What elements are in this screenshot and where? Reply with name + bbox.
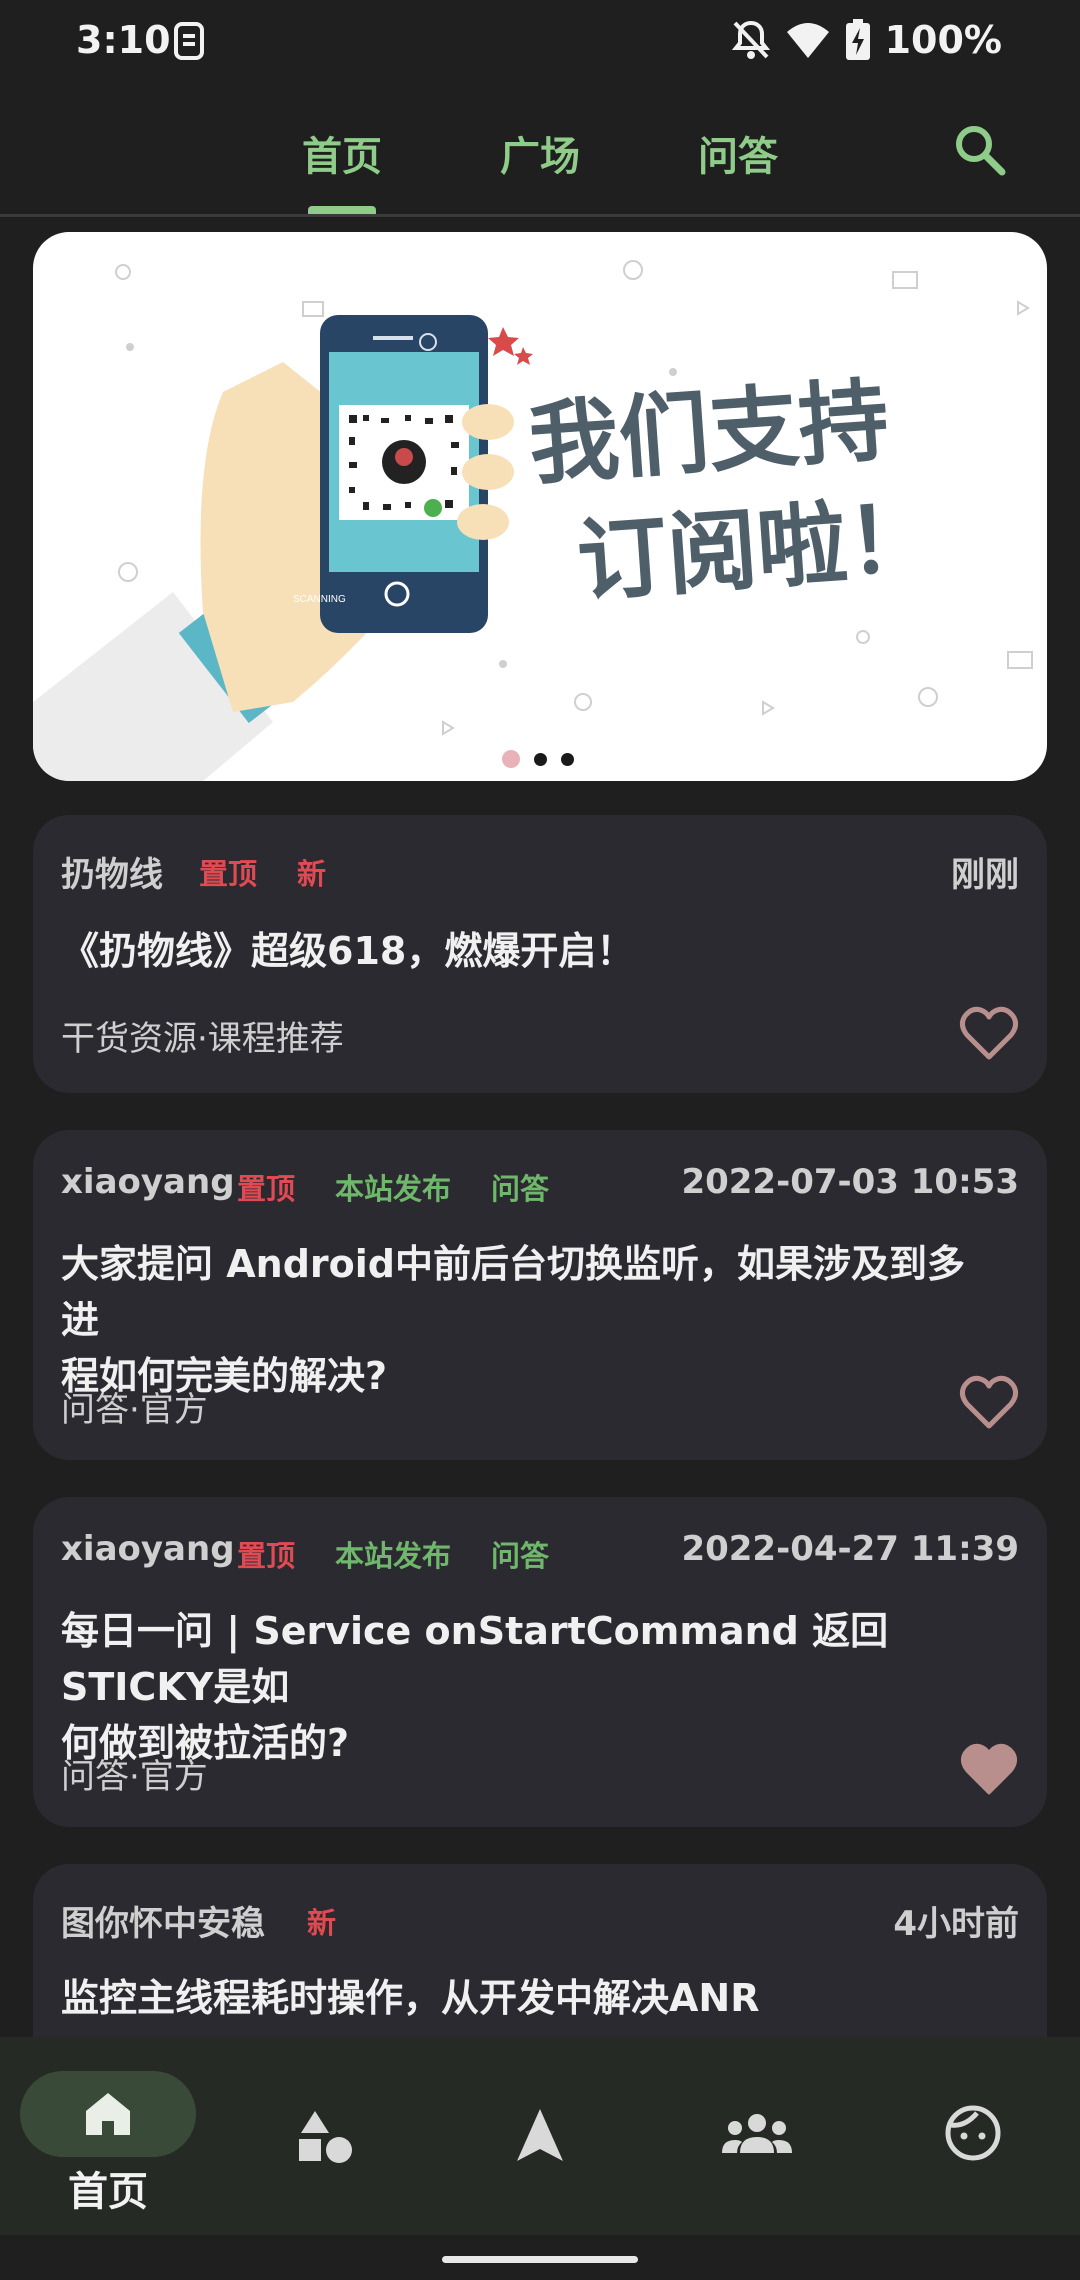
banner-headline-line2: 订阅啦！ <box>574 485 940 615</box>
tag-new: 新 <box>307 1906 337 1940</box>
status-bar: 3:10 100% <box>0 0 1080 84</box>
promo-banner[interactable]: SCANNING 我们支持 订阅啦！ <box>33 232 1047 781</box>
status-time: 3:10 <box>76 18 171 62</box>
article-author[interactable]: xiaoyang <box>61 1529 235 1569</box>
pager-dot-active <box>502 750 520 768</box>
banner-illustration: SCANNING 我们支持 订阅啦！ <box>33 260 1033 781</box>
pager-dot <box>534 752 547 766</box>
tag-site-post: 本站发布 <box>335 1172 452 1206</box>
article-author[interactable]: 扔物线 <box>61 847 163 896</box>
pager-dot <box>561 752 574 766</box>
gesture-nav-bar[interactable] <box>442 2256 638 2263</box>
status-icons: 100% <box>731 18 1002 62</box>
search-icon[interactable] <box>950 120 1010 180</box>
article-card[interactable]: xiaoyang 置顶 本站发布 问答 2022-04-27 11:39 每日一… <box>33 1497 1047 1827</box>
article-title-line: 监控主线程耗时操作，从开发中解决ANR <box>61 1976 760 2020</box>
tag-site-post: 本站发布 <box>335 1539 452 1573</box>
tab-square[interactable]: 广场 <box>500 124 580 182</box>
nav-home-label: 首页 <box>68 2169 148 2215</box>
tab-indicator <box>308 206 376 214</box>
article-title[interactable]: 大家提问 Android中前后台切换监听，如果涉及到多进 程如何完美的解决? <box>61 1236 997 1404</box>
article-category[interactable]: 问答·官方 <box>61 1382 208 1431</box>
tag-pinned: 置顶 <box>199 857 258 891</box>
heart-filled-icon[interactable] <box>959 1741 1019 1797</box>
article-title[interactable]: 每日一问 | Service onStartCommand 返回STICKY是如… <box>61 1603 997 1771</box>
article-card[interactable]: xiaoyang 置顶 本站发布 问答 2022-07-03 10:53 大家提… <box>33 1130 1047 1460</box>
article-time: 4小时前 <box>893 1904 1019 1944</box>
app-screen: 3:10 100% 首页 广场 问答 SCANNING 我们支持 订阅啦！ 扔物… <box>0 0 1080 2280</box>
article-time: 刚刚 <box>951 855 1019 895</box>
article-card[interactable]: 扔物线 置顶 新 刚刚 《扔物线》超级618，燃爆开启！ 干货资源·课程推荐 <box>33 815 1047 1093</box>
article-title[interactable]: 《扔物线》超级618，燃爆开启！ <box>61 923 997 979</box>
tag-new: 新 <box>297 857 327 891</box>
tag-pinned: 置顶 <box>237 1539 296 1573</box>
heart-outline-icon[interactable] <box>959 1005 1019 1061</box>
wifi-icon <box>786 23 829 58</box>
notifications-off-icon <box>731 20 770 59</box>
article-category[interactable]: 干货资源·课程推荐 <box>61 1011 344 1060</box>
banner-pager-dots <box>502 750 574 768</box>
heart-outline-icon[interactable] <box>959 1374 1019 1430</box>
top-tab-bar: 首页 广场 问答 <box>0 84 1080 217</box>
article-title-line: 每日一问 | Service onStartCommand 返回STICKY是如 <box>61 1609 889 1709</box>
article-title-line: 《扔物线》超级618，燃爆开启！ <box>61 929 635 973</box>
article-category[interactable]: 问答·官方 <box>61 1749 208 1798</box>
article-author[interactable]: 图你怀中安稳 <box>61 1896 265 1945</box>
tab-home[interactable]: 首页 <box>302 124 382 182</box>
tag-qa: 问答 <box>491 1539 550 1573</box>
battery-charging-icon <box>845 19 870 60</box>
navigation-arrow-icon[interactable] <box>515 2107 565 2163</box>
article-time: 2022-04-27 11:39 <box>681 1529 1019 1569</box>
banner-headline-line1: 我们支持 <box>526 368 892 498</box>
tag-qa: 问答 <box>491 1172 550 1206</box>
shapes-icon[interactable] <box>295 2109 355 2165</box>
bottom-navigation: 首页 <box>0 2037 1080 2235</box>
article-time: 2022-07-03 10:53 <box>681 1162 1019 1202</box>
group-icon[interactable] <box>722 2113 792 2157</box>
article-title[interactable]: 监控主线程耗时操作，从开发中解决ANR <box>61 1970 997 2026</box>
article-title-line: 大家提问 Android中前后台切换监听，如果涉及到多进 <box>61 1242 965 1342</box>
article-author[interactable]: xiaoyang <box>61 1162 235 1202</box>
sim-icon <box>174 22 204 60</box>
face-icon[interactable] <box>943 2103 1003 2163</box>
battery-percent: 100% <box>884 18 1002 62</box>
tab-qa[interactable]: 问答 <box>698 124 778 182</box>
home-icon <box>86 2093 130 2135</box>
phone-caption: SCANNING <box>293 594 346 605</box>
tag-pinned: 置顶 <box>237 1172 296 1206</box>
